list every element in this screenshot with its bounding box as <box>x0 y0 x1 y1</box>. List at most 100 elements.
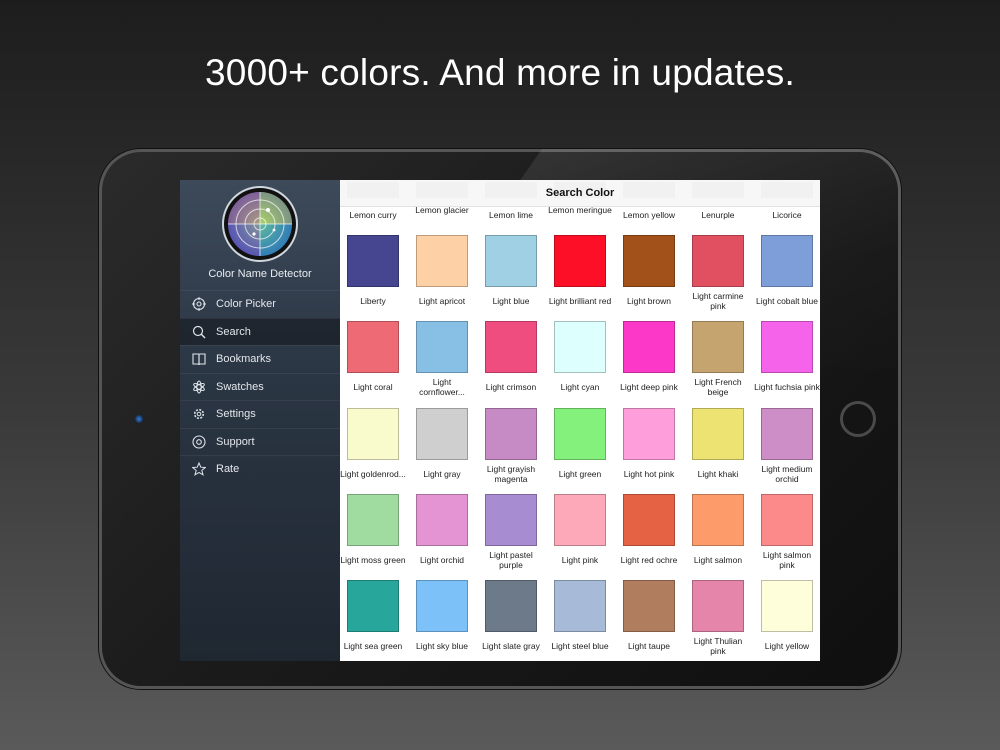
color-swatch[interactable] <box>623 580 675 633</box>
sidebar-item-settings[interactable]: Settings <box>180 400 340 428</box>
color-label: Lemon yellow <box>623 210 675 220</box>
color-label: Light brilliant red <box>548 296 612 306</box>
color-cell[interactable]: Light yellow <box>754 580 820 661</box>
color-swatch[interactable] <box>416 321 468 374</box>
color-swatch[interactable] <box>623 321 675 374</box>
color-swatch[interactable] <box>485 321 537 374</box>
color-cell[interactable]: Light carmine pink <box>685 235 751 321</box>
color-cell[interactable]: Light gray <box>409 407 475 494</box>
color-swatch[interactable] <box>485 407 537 460</box>
sidebar: Color Name Detector Color Picker Search <box>180 180 340 661</box>
color-cell[interactable]: Liberty <box>340 235 406 321</box>
color-list-view[interactable]: Liberty Light apricot Light blue Light bril… <box>340 180 820 661</box>
color-label: Light sky blue <box>416 641 468 652</box>
color-cell[interactable]: Light sea green <box>340 580 406 661</box>
color-swatch[interactable] <box>485 235 537 287</box>
color-cell[interactable]: Light medium orchid <box>754 407 820 494</box>
color-label: Light cobalt blue <box>756 296 818 306</box>
book-icon <box>192 352 206 366</box>
color-cell[interactable]: Light blue <box>478 235 544 321</box>
color-swatch[interactable] <box>692 580 744 633</box>
color-label: Light fuchsia pink <box>754 382 820 393</box>
color-cell[interactable]: Light taupe <box>616 580 682 661</box>
color-swatch[interactable] <box>554 493 606 546</box>
color-label: Light deep pink <box>620 382 678 393</box>
gear-icon <box>192 407 206 421</box>
color-cell[interactable]: Light green <box>547 407 613 494</box>
color-cell[interactable]: Light hot pink <box>616 407 682 494</box>
color-swatch[interactable] <box>761 321 813 374</box>
color-swatch[interactable] <box>761 235 813 287</box>
color-cell[interactable]: Light crimson <box>478 321 544 407</box>
sidebar-item-support[interactable]: Support <box>180 427 340 456</box>
sidebar-item-swatches[interactable]: Swatches <box>180 372 340 401</box>
color-swatch[interactable] <box>623 407 675 460</box>
color-cell[interactable]: Light fuchsia pink <box>754 321 820 407</box>
color-label: Lemon curry <box>349 210 397 220</box>
color-swatch[interactable] <box>347 407 399 460</box>
color-cell[interactable]: Light pastel purple <box>478 493 544 580</box>
sidebar-item-bookmarks[interactable]: Bookmarks <box>180 345 340 373</box>
color-label: Light moss green <box>340 554 406 565</box>
color-label: Light medium orchid <box>761 463 813 484</box>
color-swatch[interactable] <box>485 493 537 546</box>
color-swatch[interactable] <box>623 493 675 546</box>
sidebar-item-search[interactable]: Search <box>180 317 340 345</box>
color-swatch[interactable] <box>554 321 606 374</box>
color-cell[interactable]: Light Thulian pink <box>685 580 751 661</box>
color-cell[interactable]: Light sky blue <box>409 580 475 661</box>
home-button[interactable] <box>840 401 876 437</box>
color-cell[interactable]: Light orchid <box>409 493 475 580</box>
color-cell[interactable]: Light deep pink <box>616 321 682 407</box>
color-swatch[interactable] <box>554 235 606 287</box>
color-swatch[interactable] <box>692 407 744 460</box>
color-cell[interactable]: Light salmon pink <box>754 493 820 580</box>
color-cell[interactable]: Light slate gray <box>478 580 544 661</box>
color-cell[interactable]: Light salmon <box>685 493 751 580</box>
color-swatch[interactable] <box>692 321 744 374</box>
color-label: Lenurple <box>701 210 735 220</box>
color-swatch[interactable] <box>416 407 468 460</box>
color-swatch[interactable] <box>347 580 399 633</box>
color-swatch[interactable] <box>347 235 399 287</box>
sidebar-item-color-picker[interactable]: Color Picker <box>180 290 340 318</box>
color-swatch[interactable] <box>416 493 468 546</box>
sidebar-item-rate[interactable]: Rate <box>180 455 340 483</box>
color-label: Light green <box>558 468 602 479</box>
color-swatch[interactable] <box>554 580 606 633</box>
color-cell[interactable]: Light cobalt blue <box>754 235 820 321</box>
color-swatch[interactable] <box>485 580 537 633</box>
color-swatch[interactable] <box>623 235 675 287</box>
color-cell[interactable]: Light moss green <box>340 493 406 580</box>
color-swatch[interactable] <box>692 493 744 546</box>
color-swatch[interactable] <box>554 407 606 460</box>
color-cell[interactable]: Light grayish magenta <box>478 407 544 494</box>
color-swatch[interactable] <box>761 493 813 546</box>
navigation-bar: Search Color <box>340 180 820 207</box>
color-cell[interactable]: Light pink <box>547 493 613 580</box>
color-cell[interactable]: Light khaki <box>685 407 751 494</box>
color-swatch[interactable] <box>761 580 813 633</box>
color-cell[interactable]: Light apricot <box>409 235 475 321</box>
color-cell[interactable]: Light cornflower... <box>409 321 475 407</box>
color-cell[interactable]: Light brown <box>616 235 682 321</box>
color-label: Light brown <box>627 296 671 306</box>
color-swatch[interactable] <box>416 580 468 633</box>
color-cell[interactable]: Light French beige <box>685 321 751 407</box>
color-cell[interactable]: Light coral <box>340 321 406 407</box>
color-swatch[interactable] <box>692 235 744 287</box>
color-swatch[interactable] <box>347 321 399 374</box>
color-cell[interactable]: Light brilliant red <box>547 235 613 321</box>
sidebar-item-label: Rate <box>216 463 240 476</box>
color-label: Light cyan <box>560 382 600 393</box>
page-title: Search Color <box>545 187 615 199</box>
color-swatch[interactable] <box>761 407 813 460</box>
color-label: Light gray <box>423 468 461 479</box>
at-sign-icon <box>192 435 206 449</box>
color-cell[interactable]: Light cyan <box>547 321 613 407</box>
color-cell[interactable]: Light goldenrod... <box>340 407 406 494</box>
color-cell[interactable]: Light steel blue <box>547 580 613 661</box>
color-swatch[interactable] <box>347 493 399 546</box>
color-swatch[interactable] <box>416 235 468 287</box>
color-cell[interactable]: Light red ochre <box>616 493 682 580</box>
